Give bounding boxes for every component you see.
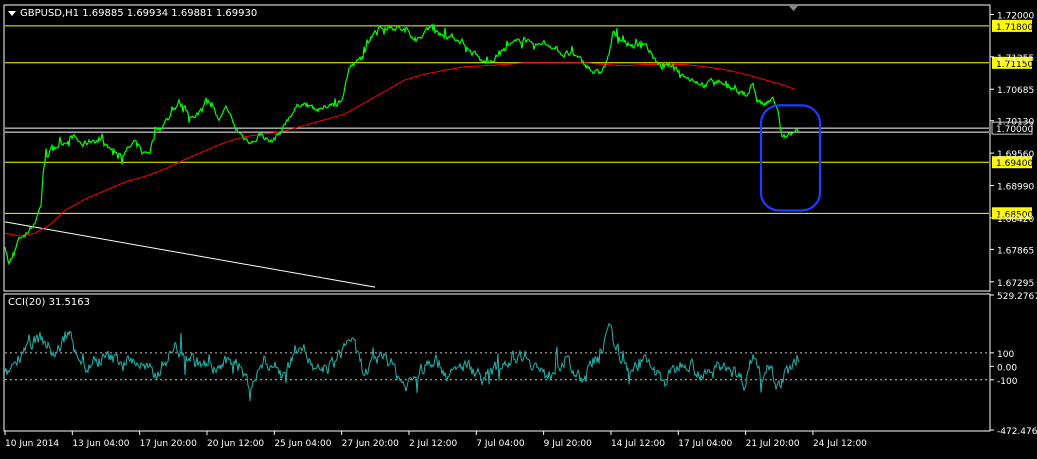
price-y-tick-label: 1.70130 [997,118,1034,128]
shift-marker-icon[interactable] [789,6,798,11]
cci-y-tick-label: -100 [997,377,1018,387]
symbol-menu-icon[interactable] [8,11,16,16]
indicator-header: CCI(20) 31.5163 [8,297,90,308]
price-y-tick-label: 1.68420 [997,215,1034,225]
chart-canvas[interactable]: 1.718001.711501.700001.694001.68500 1.72… [0,0,1037,455]
time-tick-label: 13 Jun 04:00 [72,439,129,449]
cci-line [4,322,800,402]
time-tick-label: 25 Jun 04:00 [274,439,331,449]
symbol-header: GBPUSD,H1 1.69885 1.69934 1.69881 1.6993… [20,8,257,19]
trend-line[interactable] [4,221,376,288]
chart-window: 1.71800 1.71150 1.70000 1.69400 1.68500 1.72… [0,0,1037,455]
price-y-tick-label: 1.69560 [997,150,1034,160]
price-level-label: 1.71800 [996,23,1033,33]
price-y-tick-label: 1.67865 [997,246,1034,256]
cci-y-tick-label: 100 [997,350,1014,360]
cci-y-tick-label: 0.00 [997,363,1017,373]
time-tick-label: 10 Jun 2014 [5,439,59,449]
highlight-annotation[interactable] [759,104,822,212]
price-line [4,23,800,266]
time-tick-label: 27 Jun 20:00 [342,439,399,449]
price-y-tick-label: 1.68990 [997,182,1034,192]
time-tick-label: 17 Jul 04:00 [678,439,732,449]
price-levels: 1.718001.711501.700001.694001.68500 [5,19,1033,220]
cci-y-tick-label: -472.476 [997,427,1037,437]
time-tick-label: 24 Jul 12:00 [813,439,867,449]
time-tick-label: 21 Jul 20:00 [746,439,800,449]
time-tick-label: 9 Jul 20:00 [544,439,593,449]
price-level-label: 1.69400 [996,159,1033,169]
price-y-tick-label: 1.71255 [997,54,1034,64]
time-axis: 10 Jun 2014 13 Jun 04:00 17 Jun 20:00 20 Ju… [4,431,867,449]
price-y-tick-label: 1.67295 [997,279,1034,289]
time-tick-label: 7 Jul 04:00 [476,439,525,449]
price-y-tick-label: 1.70685 [997,86,1034,96]
time-tick-label: 17 Jun 20:00 [140,439,197,449]
time-tick-label: 20 Jun 12:00 [207,439,264,449]
time-tick-label: 14 Jul 12:00 [611,439,665,449]
moving-average-line [4,62,796,237]
cci-y-axis: 529.2767 100 0.00 -100 -472.476 [990,292,1037,437]
time-tick-label: 2 Jul 12:00 [409,439,458,449]
price-y-tick-label: 1.72000 [997,12,1034,22]
price-y-axis: 1.72000 1.71255 1.70685 1.70130 1.69560 1.689… [990,12,1034,289]
cci-y-tick-label: 529.2767 [997,292,1037,302]
